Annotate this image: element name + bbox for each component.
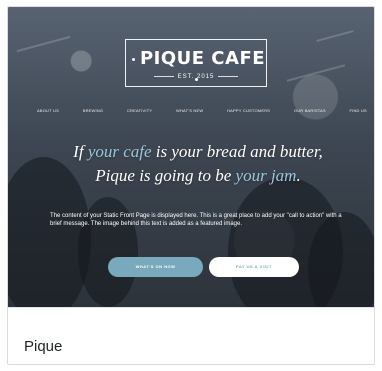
menu-item-find-us[interactable]: FIND US <box>350 108 367 114</box>
background-light <box>316 30 354 42</box>
logo-dot-icon <box>131 57 135 61</box>
menu-item-brewing[interactable]: BREWING <box>83 108 104 114</box>
preview-navigation: ABOUT US BREWING CREATIVITY WHAT'S NEW H… <box>37 106 367 116</box>
logo-title: PIQUE CAFE <box>126 49 266 89</box>
menu-item-our-baristas[interactable]: OUR BARISTAS <box>294 108 326 114</box>
cafe-logo: PIQUE CAFE EST. 2015 <box>125 39 267 87</box>
pay-us-a-visit-button[interactable]: PAY US A VISIT <box>209 257 299 277</box>
background-light <box>286 64 346 82</box>
theme-name: Pique <box>24 338 63 355</box>
menu-item-whats-new[interactable]: WHAT'S NEW <box>176 108 203 114</box>
hero-headline: If your cafe is your bread and butter, P… <box>73 142 323 185</box>
menu-item-happy-customers[interactable]: HAPPY CUSTOMERS <box>227 108 270 114</box>
established-year: EST. 2015 <box>126 73 266 81</box>
whats-on-now-button[interactable]: WHAT'S ON NOW <box>108 257 203 277</box>
divider-line <box>153 75 174 77</box>
hero-description: The content of your Static Front Page is… <box>50 213 342 227</box>
menu-item-about-us[interactable]: ABOUT US <box>37 108 59 114</box>
theme-card[interactable]: PIQUE CAFE EST. 2015 ABOUT US BREWING CR… <box>7 6 375 365</box>
background-light <box>16 35 71 53</box>
theme-preview-image[interactable]: PIQUE CAFE EST. 2015 ABOUT US BREWING CR… <box>8 7 374 307</box>
menu-item-creativity[interactable]: CREATIVITY <box>127 108 152 114</box>
theme-card-footer: Pique <box>8 307 374 364</box>
divider-line <box>218 75 239 77</box>
